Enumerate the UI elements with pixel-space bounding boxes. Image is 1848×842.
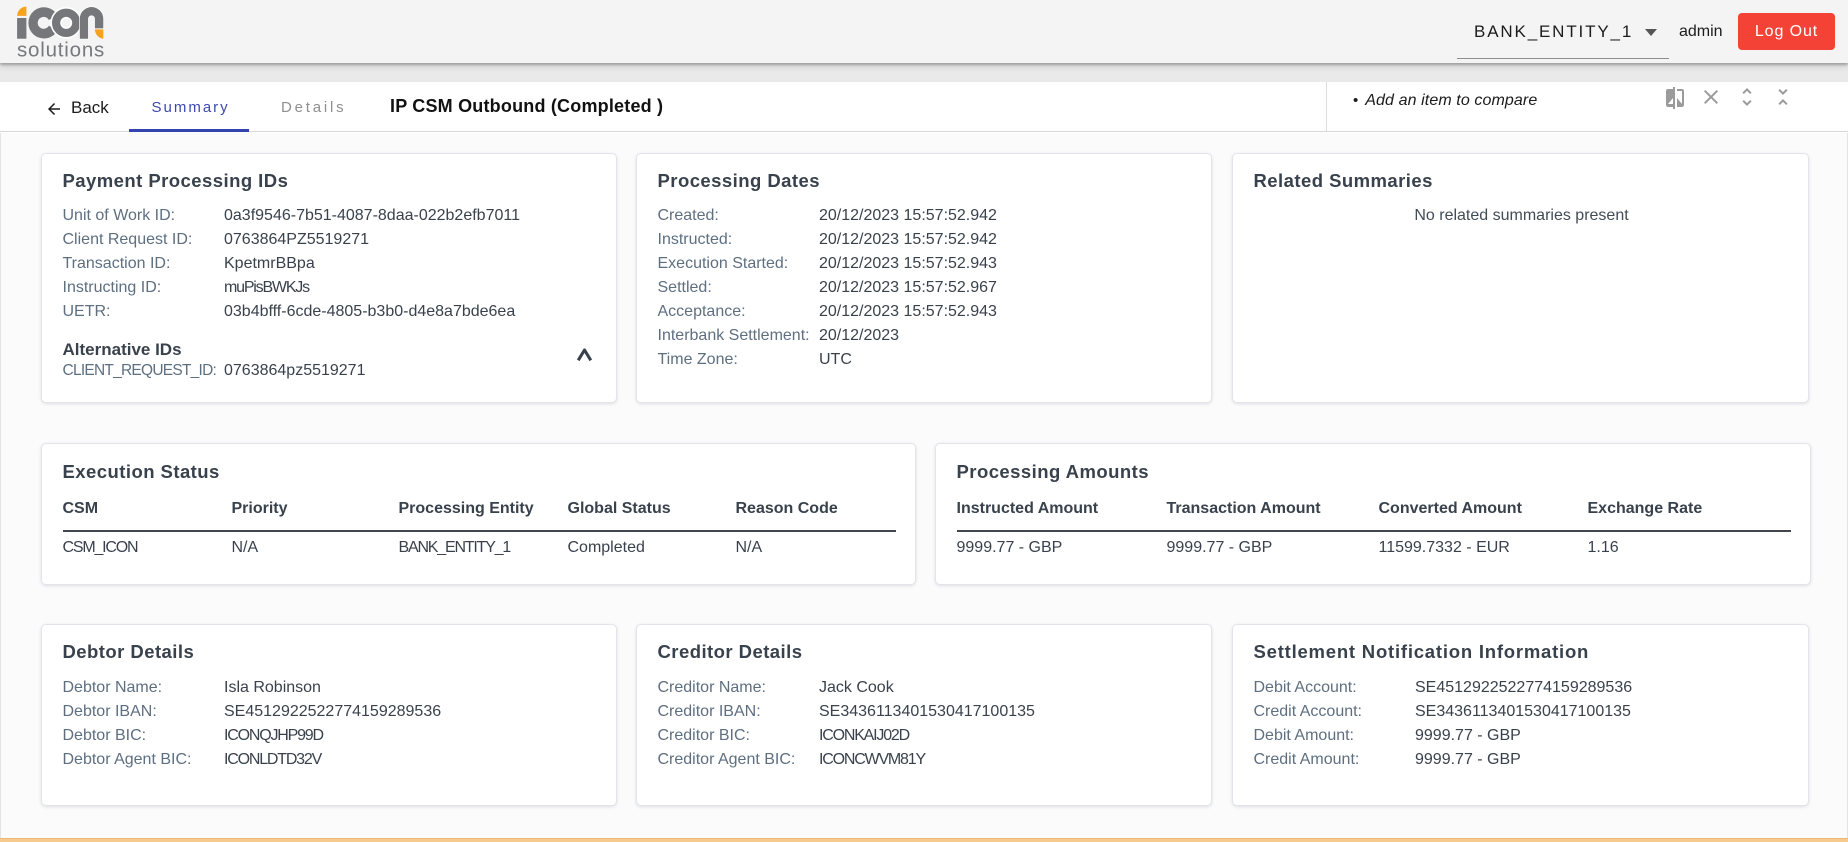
svg-text:solutions: solutions [17, 39, 105, 62]
